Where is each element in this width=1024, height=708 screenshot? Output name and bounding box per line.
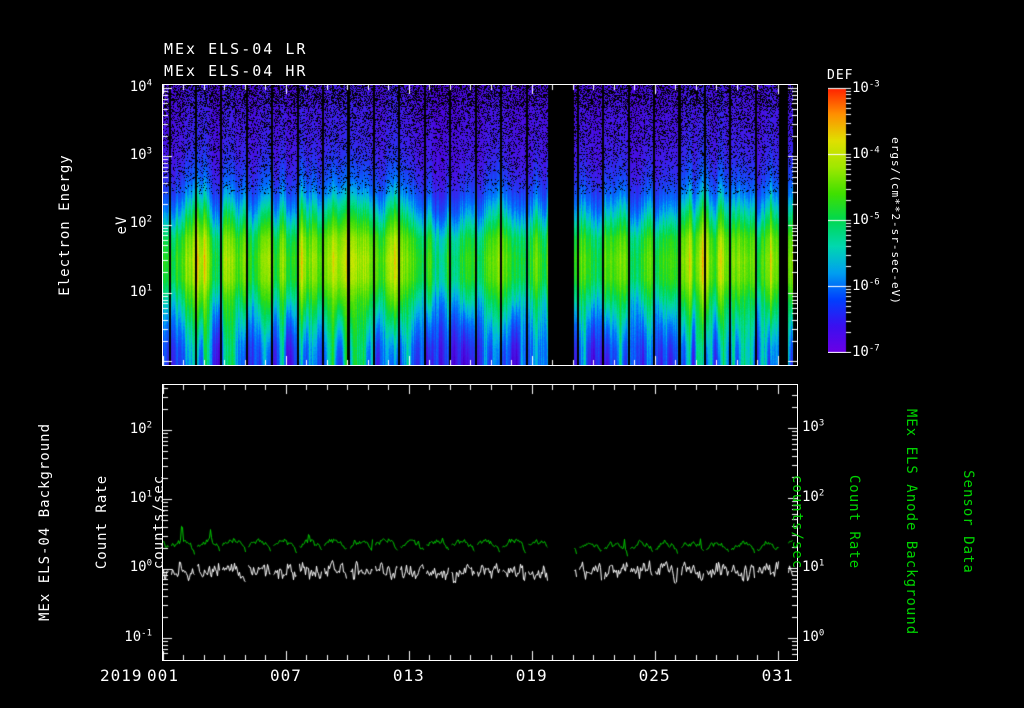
spectrogram-panel-frame <box>162 84 798 366</box>
right-axis-title-line3: Count Rate <box>846 474 862 570</box>
top-y-tick-10e1: 101 <box>129 282 152 300</box>
bottom-left-tick-10e0: 100 <box>129 558 152 576</box>
right-count-rate-axis-title: Sensor Data MEx ELS Anode Background Cou… <box>749 409 1015 635</box>
colorbar-tick-10e-6: 10-6 <box>852 277 880 294</box>
colorbar-tick-10e-7: 10-7 <box>852 343 880 360</box>
top-y-tick-10e3: 103 <box>129 146 152 163</box>
bottom-right-tick-10e1: 101 <box>802 558 825 575</box>
colorbar-tick-10e-3: 10-3 <box>852 79 880 96</box>
colorbar-tick-10e-5: 10-5 <box>852 211 880 228</box>
colorbar-units-label: ergs/(cm**2-sr-sec-eV) <box>889 137 902 305</box>
left-count-rate-axis-title: Sensor Data MEx ELS-04 Background Count … <box>0 423 207 621</box>
x-tick-label-031: 031 <box>761 666 794 685</box>
spectrogram-canvas <box>163 85 797 365</box>
colorbar-tick-10e-4: 10-4 <box>852 145 880 162</box>
right-axis-title-line2: MEx ELS Anode Background <box>903 408 919 636</box>
x-tick-label-025: 025 <box>638 666 671 685</box>
bottom-right-tick-10e3: 103 <box>802 418 825 435</box>
count-rate-canvas <box>163 385 797 660</box>
top-y-tick-10e4: 104 <box>129 78 152 95</box>
count-rate-panel-frame <box>162 384 798 661</box>
plot-title-lr: MEx ELS-04 LR <box>164 40 308 58</box>
x-tick-label-007: 007 <box>269 666 302 685</box>
mex-els-plot-figure: MEx ELS-04 LR MEx ELS-04 HR Electron Ene… <box>0 0 1024 708</box>
plot-title-hr: MEx ELS-04 HR <box>164 62 308 80</box>
colorbar <box>828 87 852 353</box>
x-tick-label-013: 013 <box>392 666 425 685</box>
left-axis-title-line4: counts/sec <box>151 474 167 570</box>
bottom-right-tick-10e0: 100 <box>802 628 825 645</box>
top-y-tick-10e2: 102 <box>129 214 152 232</box>
left-axis-title-line3: Count Rate <box>94 474 110 570</box>
bottom-left-tick-10e2: 102 <box>129 420 152 437</box>
right-axis-title-line1: Sensor Data <box>960 470 976 574</box>
electron-energy-axis-title-line1: Electron Energy <box>57 154 73 296</box>
bottom-left-tick-10e-1: 10-1 <box>124 627 152 645</box>
x-tick-label-019: 019 <box>515 666 548 685</box>
left-axis-title-line2: MEx ELS-04 Background <box>37 422 53 622</box>
colorbar-def-label: DEF <box>827 68 854 83</box>
bottom-right-tick-10e2: 102 <box>802 488 825 505</box>
year-label: 2019 <box>100 666 143 685</box>
bottom-left-tick-10e1: 101 <box>129 489 152 506</box>
x-tick-label-001: 001 <box>147 666 179 685</box>
right-axis-title-line4: counts/sec <box>789 474 805 570</box>
